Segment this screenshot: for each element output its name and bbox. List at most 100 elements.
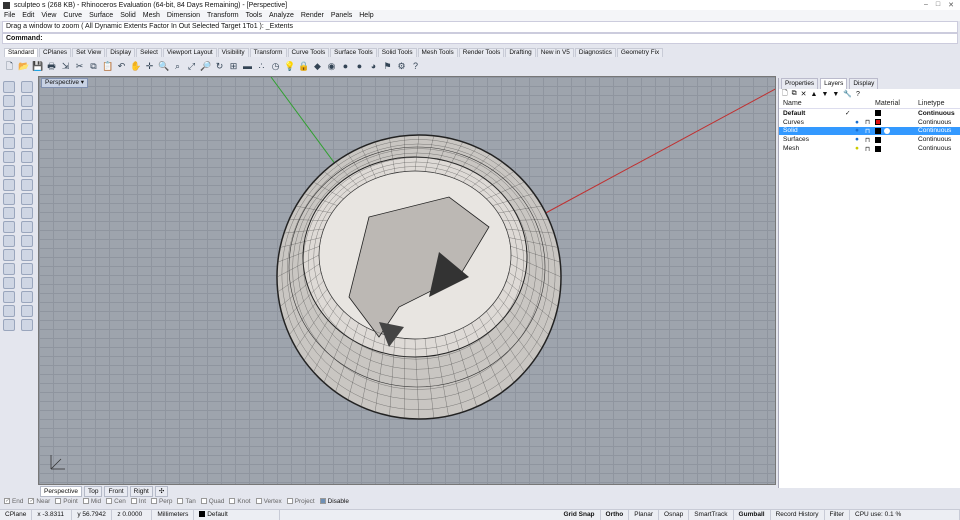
checkbox[interactable] <box>130 498 137 505</box>
menu-transform[interactable]: Transform <box>207 12 239 19</box>
mesh-tool-icon[interactable] <box>3 179 15 191</box>
toolbar-tab-mesh-tools[interactable]: Mesh Tools <box>417 48 458 57</box>
maximize-button[interactable]: □ <box>936 1 940 9</box>
layer-color-cell[interactable] <box>875 127 918 134</box>
toolbar-tab-drafting[interactable]: Drafting <box>505 48 536 57</box>
sphere-tool-icon[interactable] <box>21 165 33 177</box>
help-tool-icon[interactable] <box>21 319 33 331</box>
curve-tool-icon[interactable] <box>21 95 33 107</box>
linetype-column-header[interactable]: Linetype <box>918 100 960 107</box>
ortho-toggle[interactable]: Ortho <box>601 510 630 520</box>
perspective-viewport[interactable]: Perspective ▾ <box>38 76 776 485</box>
text-tool-icon[interactable] <box>3 263 15 275</box>
move-tool-icon[interactable] <box>3 193 15 205</box>
viewport-tab-perspective[interactable]: Perspective <box>40 486 82 497</box>
ellipse-tool-icon[interactable] <box>3 123 15 135</box>
toolbar-tab-standard[interactable]: Standard <box>4 48 38 57</box>
menu-mesh[interactable]: Mesh <box>143 12 160 19</box>
osnap-knot[interactable]: Knot <box>229 498 251 505</box>
boolean-tool-icon[interactable] <box>21 179 33 191</box>
menu-panels[interactable]: Panels <box>331 12 352 19</box>
menu-dimension[interactable]: Dimension <box>167 12 200 19</box>
tools-icon[interactable]: 🔧 <box>843 90 852 98</box>
osnap-disable[interactable]: Disable <box>319 498 349 505</box>
save-icon[interactable]: 💾 <box>32 61 43 72</box>
filter-button[interactable]: Filter <box>825 510 850 520</box>
zoom-selected-icon[interactable]: 🔎 <box>200 61 211 72</box>
zoom-extents-icon[interactable]: ⤢ <box>186 61 197 72</box>
panel-tab-display[interactable]: Display <box>849 78 879 89</box>
osnap-mid[interactable]: Mid <box>82 498 101 505</box>
cplane-icon[interactable]: ▬ <box>242 61 253 72</box>
help-icon[interactable]: ? <box>856 91 860 98</box>
current-layer-check-icon[interactable]: ✓ <box>845 109 855 117</box>
minimize-button[interactable]: – <box>924 1 928 9</box>
toolbar-tab-select[interactable]: Select <box>136 48 162 57</box>
visibility-bulb-icon[interactable]: ● <box>855 145 865 152</box>
render-icon[interactable]: ● <box>354 61 365 72</box>
add-viewport-tab-button[interactable]: ✣ <box>154 486 169 497</box>
checkbox[interactable] <box>177 498 184 505</box>
planar-toggle[interactable]: Planar <box>629 510 660 520</box>
checkbox[interactable]: ✓ <box>28 498 35 505</box>
menu-help[interactable]: Help <box>359 12 373 19</box>
lock-icon[interactable]: ⊓ <box>865 118 875 126</box>
select-tool-icon[interactable] <box>3 81 15 93</box>
filter-icon[interactable]: ▼ <box>832 91 839 98</box>
menu-file[interactable]: File <box>4 12 15 19</box>
checkbox[interactable] <box>286 498 293 505</box>
surface-tool-icon[interactable] <box>3 151 15 163</box>
checkbox[interactable] <box>150 498 157 505</box>
filter-icon[interactable]: ⚑ <box>382 61 393 72</box>
viewports-icon[interactable]: ⊞ <box>228 61 239 72</box>
lock-icon[interactable]: ⊓ <box>865 127 875 135</box>
layer-linetype[interactable]: Continuous <box>918 145 960 152</box>
check-tool-icon[interactable] <box>3 305 15 317</box>
osnap-end[interactable]: ✓ End <box>4 498 23 505</box>
cut-icon[interactable]: ✂ <box>74 61 85 72</box>
lock-icon[interactable]: ⊓ <box>865 136 875 144</box>
record-history-toggle[interactable]: Record History <box>771 510 825 520</box>
toolbar-tab-surface-tools[interactable]: Surface Tools <box>330 48 377 57</box>
layer-name[interactable]: Default <box>783 110 845 117</box>
options-icon[interactable]: ⚙ <box>396 61 407 72</box>
polygon-tool-icon[interactable] <box>3 137 15 149</box>
visibility-bulb-icon[interactable]: ● <box>855 136 865 143</box>
extrude-tool-icon[interactable] <box>21 151 33 163</box>
osnap-project[interactable]: Project <box>286 498 315 505</box>
toolbar-tab-diagnostics[interactable]: Diagnostics <box>574 48 616 57</box>
layer-color-swatch[interactable] <box>875 136 881 143</box>
osnap-near[interactable]: ✓ Near <box>28 498 50 505</box>
mirror-tool-icon[interactable] <box>3 221 15 233</box>
lights-icon[interactable]: 💡 <box>284 61 295 72</box>
layer-name[interactable]: Curves <box>783 119 845 126</box>
join-tool-icon[interactable] <box>3 249 15 261</box>
rotate-tool-icon[interactable] <box>3 207 15 219</box>
osnap-quad[interactable]: Quad <box>200 498 224 505</box>
menu-edit[interactable]: Edit <box>22 12 34 19</box>
layer-name[interactable]: Solid <box>783 127 845 134</box>
menu-analyze[interactable]: Analyze <box>269 12 294 19</box>
toolbar-tab-new-in-v5[interactable]: New in V5 <box>536 48 574 57</box>
copy-tool-icon[interactable] <box>21 193 33 205</box>
osnap-cen[interactable]: Cen <box>106 498 126 505</box>
checkbox[interactable] <box>106 498 113 505</box>
layer-tool-icon[interactable] <box>3 291 15 303</box>
layer-color-swatch[interactable] <box>875 119 881 126</box>
array-tool-icon[interactable] <box>21 221 33 233</box>
layer-row-default[interactable]: Default ✓ Continuous <box>779 109 960 118</box>
delete-icon[interactable]: ✕ <box>801 90 807 98</box>
units[interactable]: Millimeters <box>152 510 195 520</box>
checkbox[interactable] <box>55 498 62 505</box>
layer-color-cell[interactable] <box>875 119 918 126</box>
layer-linetype[interactable]: Continuous <box>918 110 960 117</box>
close-button[interactable]: ✕ <box>948 1 954 9</box>
layer-row-solid[interactable]: Solid ● ⊓ Continuous <box>779 126 960 136</box>
toolbar-tab-viewport-layout[interactable]: Viewport Layout <box>162 48 217 57</box>
osnap-perp[interactable]: Perp <box>150 498 172 505</box>
smarttrack-toggle[interactable]: SmartTrack <box>689 510 734 520</box>
toolbar-tab-geometry-fix[interactable]: Geometry Fix <box>616 48 664 57</box>
toolbar-tab-curve-tools[interactable]: Curve Tools <box>287 48 330 57</box>
lock-icon[interactable]: 🔒 <box>298 61 309 72</box>
material-column-header[interactable]: Material <box>875 100 918 107</box>
